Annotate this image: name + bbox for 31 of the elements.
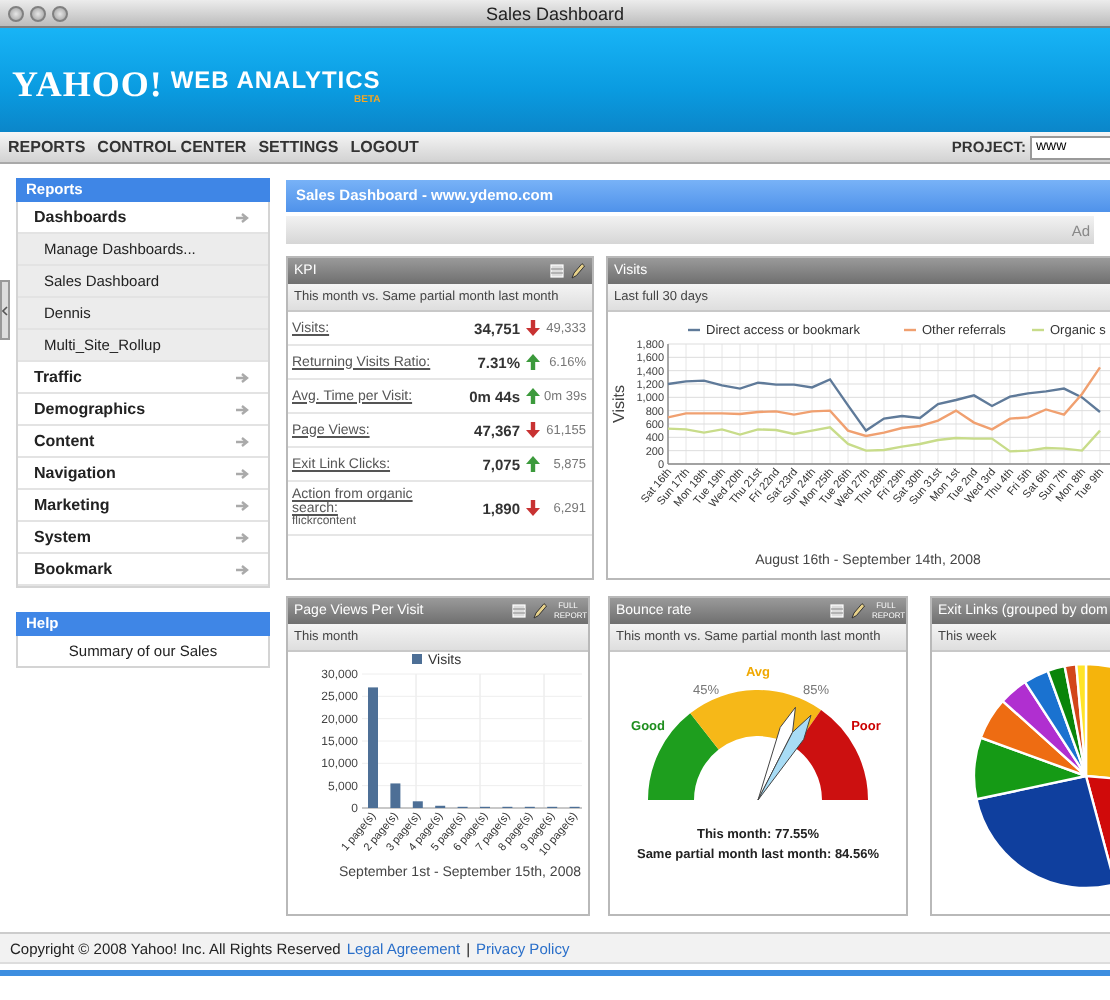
arrow-icon: [236, 371, 250, 383]
axis-title: Visits: [610, 385, 628, 423]
pencil-icon[interactable]: [532, 602, 548, 620]
bar: [390, 783, 401, 808]
legend-swatch: [412, 654, 422, 664]
product-name: WEB ANALYTICS: [170, 67, 381, 93]
nav-link[interactable]: CONTROL CENTER: [97, 138, 247, 156]
pencil-icon[interactable]: [850, 602, 866, 620]
arrow-icon: [236, 467, 250, 479]
window-title: Sales Dashboard: [485, 3, 625, 23]
window-minimize-button[interactable]: [30, 6, 46, 22]
bar: [412, 801, 423, 808]
nav-link[interactable]: SETTINGS: [258, 138, 339, 156]
nav-link[interactable]: LOGOUT: [350, 138, 419, 156]
window-zoom-button[interactable]: [52, 6, 68, 22]
pencil-icon[interactable]: [570, 262, 586, 280]
logo: YAHOO!: [12, 63, 163, 105]
arrow-icon: [236, 435, 250, 447]
arrow-icon: [236, 211, 250, 223]
bar: [368, 687, 378, 808]
y-axis: [667, 343, 669, 465]
collapse-handle[interactable]: [0, 280, 10, 340]
window-close-button[interactable]: [8, 6, 24, 22]
arrow-icon: [236, 563, 250, 575]
arrow-icon: [236, 531, 250, 543]
table-icon[interactable]: [512, 604, 526, 618]
arrow-icon: [236, 499, 250, 511]
nav-link[interactable]: REPORTS: [8, 138, 86, 156]
arrow-icon: [236, 403, 250, 415]
table-icon[interactable]: [550, 264, 564, 278]
table-icon[interactable]: [830, 604, 844, 618]
